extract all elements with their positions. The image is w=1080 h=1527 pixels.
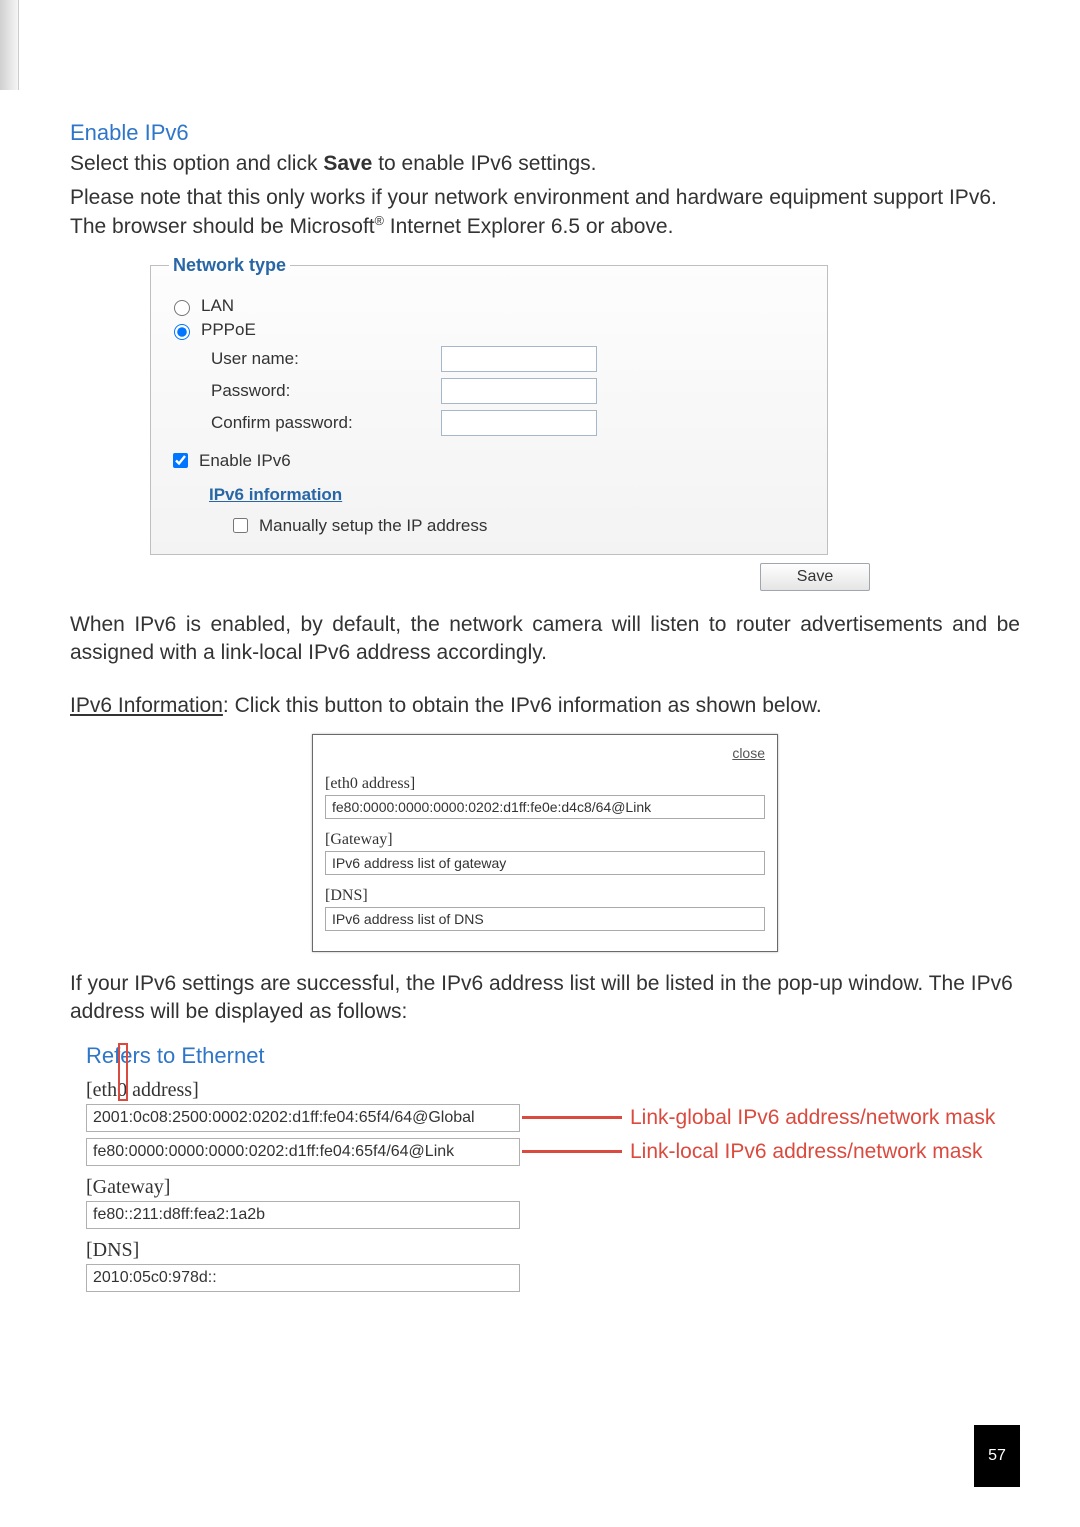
side-tab-decor: [0, 0, 19, 90]
eth-gw-v: fe80::211:d8ff:fea2:1a2b: [86, 1201, 520, 1229]
popup-close-wrap: close: [325, 745, 765, 763]
intro2-b: Internet Explorer 6.5 or above.: [384, 215, 674, 238]
network-type-panel: Network type LAN PPPoE User name: Passwo…: [150, 255, 828, 555]
intro-line-1: Select this option and click Save to ena…: [70, 150, 1020, 178]
eth-dns-h: [DNS]: [86, 1239, 1020, 1262]
label-password: Password:: [211, 381, 441, 401]
intro-line-2: Please note that this only works if your…: [70, 184, 1020, 241]
callout-line-global: [522, 1116, 622, 1119]
callout-text-link: Link-local IPv6 address/network mask: [630, 1140, 982, 1164]
callout-row-link: fe80:0000:0000:0000:0202:d1ff:fe04:65f4/…: [86, 1138, 1020, 1166]
refers-ethernet-title: Refers to Ethernet: [86, 1043, 1020, 1069]
popup-dns-h: [DNS]: [325, 887, 765, 905]
popup-eth0-h: [eth0 address]: [325, 775, 765, 793]
callout-row-global: 2001:0c08:2500:0002:0202:d1ff:fe04:65f4/…: [86, 1104, 1020, 1132]
panel-legend: Network type: [169, 255, 290, 276]
radio-pppoe[interactable]: [174, 324, 190, 340]
row-username: User name:: [211, 346, 809, 372]
popup-gw-h: [Gateway]: [325, 831, 765, 849]
popup-close-link[interactable]: close: [732, 745, 765, 761]
eth-eth0-h: [eth0 address]: [86, 1079, 1020, 1102]
label-confirm: Confirm password:: [211, 413, 441, 433]
intro1-save: Save: [323, 152, 372, 175]
save-button[interactable]: Save: [760, 563, 870, 591]
row-password: Password:: [211, 378, 809, 404]
popup-eth0-v: fe80:0000:0000:0000:0202:d1ff:fe0e:d4c8/…: [325, 795, 765, 819]
radio-pppoe-label: PPPoE: [201, 320, 256, 340]
ipv6-info-underline: IPv6 Information: [70, 694, 223, 717]
label-username: User name:: [211, 349, 441, 369]
radio-pppoe-row[interactable]: PPPoE: [169, 320, 809, 340]
callout-text-global: Link-global IPv6 address/network mask: [630, 1106, 995, 1130]
row-confirm: Confirm password:: [211, 410, 809, 436]
label-manual-ip: Manually setup the IP address: [259, 516, 487, 536]
intro1-c: to enable IPv6 settings.: [372, 152, 596, 175]
page-number: 57: [974, 1425, 1020, 1487]
callout-line-link: [522, 1150, 622, 1153]
popup-dns-v: IPv6 address list of DNS: [325, 907, 765, 931]
save-wrap: Save: [150, 563, 870, 591]
radio-lan-label: LAN: [201, 296, 234, 316]
section-title: Enable IPv6: [70, 120, 1020, 146]
ipv6-info-rest: : Click this button to obtain the IPv6 i…: [223, 694, 822, 717]
row-manual-ip[interactable]: Manually setup the IP address: [229, 515, 809, 536]
eth-global-addr: 2001:0c08:2500:0002:0202:d1ff:fe04:65f4/…: [86, 1104, 520, 1132]
eth-dns-v: 2010:05c0:978d::: [86, 1264, 520, 1292]
after-panel-p1: When IPv6 is enabled, by default, the ne…: [70, 611, 1020, 668]
checkbox-enable-ipv6[interactable]: [173, 453, 188, 468]
reg-mark: ®: [375, 214, 384, 228]
popup-gw-v: IPv6 address list of gateway: [325, 851, 765, 875]
eth-link-addr: fe80:0000:0000:0000:0202:d1ff:fe04:65f4/…: [86, 1138, 520, 1166]
row-ipv6-info: IPv6 information: [209, 485, 809, 505]
row-enable-ipv6[interactable]: Enable IPv6: [169, 450, 809, 471]
intro1-a: Select this option and click: [70, 152, 323, 175]
radio-lan[interactable]: [174, 300, 190, 316]
ethernet-block: [eth0 address] 2001:0c08:2500:0002:0202:…: [86, 1079, 1020, 1292]
input-password[interactable]: [441, 378, 597, 404]
after-popup-p1: If your IPv6 settings are successful, th…: [70, 970, 1020, 1027]
ipv6-popup: close [eth0 address] fe80:0000:0000:0000…: [312, 734, 778, 952]
input-username[interactable]: [441, 346, 597, 372]
eth-gw-h: [Gateway]: [86, 1176, 1020, 1199]
after-panel-p2: IPv6 Information: Click this button to o…: [70, 692, 1020, 720]
input-confirm[interactable]: [441, 410, 597, 436]
checkbox-manual-ip[interactable]: [233, 518, 248, 533]
radio-lan-row[interactable]: LAN: [169, 296, 809, 316]
label-enable-ipv6: Enable IPv6: [199, 451, 291, 471]
link-ipv6-info[interactable]: IPv6 information: [209, 485, 342, 504]
